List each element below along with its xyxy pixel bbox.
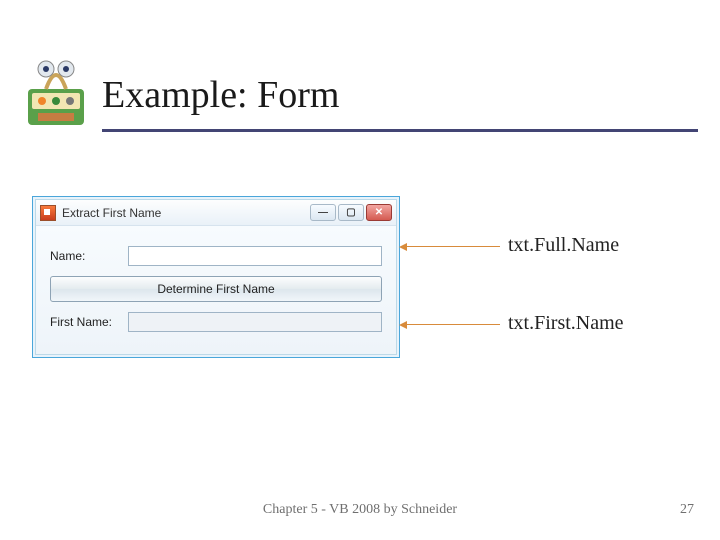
form-window: Extract First Name — ▢ ✕ Name: Determine… <box>32 196 400 358</box>
page-number: 27 <box>680 502 694 518</box>
minimize-icon: — <box>318 208 328 218</box>
maximize-button[interactable]: ▢ <box>338 204 364 221</box>
app-icon <box>40 205 56 221</box>
close-button[interactable]: ✕ <box>366 204 392 221</box>
minimize-button[interactable]: — <box>310 204 336 221</box>
footer-text: Chapter 5 - VB 2008 by Schneider <box>0 502 720 518</box>
button-row: Determine First Name <box>50 276 382 302</box>
title-rule <box>102 129 698 132</box>
callout-arrow-fullname <box>402 246 500 247</box>
name-row: Name: <box>50 246 382 266</box>
window-title: Extract First Name <box>62 206 310 220</box>
name-label: Name: <box>50 249 128 263</box>
callout-arrow-firstname <box>402 324 500 325</box>
window-controls: — ▢ ✕ <box>310 204 392 221</box>
slide-logo <box>22 55 90 135</box>
titlebar: Extract First Name — ▢ ✕ <box>36 200 396 226</box>
determine-first-name-button[interactable]: Determine First Name <box>50 276 382 302</box>
callout-fullname: txt.Full.Name <box>508 234 619 257</box>
first-name-label: First Name: <box>50 315 128 329</box>
slide: Example: Form Extract First Name — ▢ ✕ N… <box>0 0 720 540</box>
slide-title: Example: Form <box>102 73 339 117</box>
close-icon: ✕ <box>375 208 383 218</box>
txt-first-name-input[interactable] <box>128 312 382 332</box>
form-client-area: Name: Determine First Name First Name: <box>36 226 396 354</box>
txt-full-name-input[interactable] <box>128 246 382 266</box>
maximize-icon: ▢ <box>346 208 355 218</box>
callout-firstname: txt.First.Name <box>508 312 624 335</box>
first-name-row: First Name: <box>50 312 382 332</box>
